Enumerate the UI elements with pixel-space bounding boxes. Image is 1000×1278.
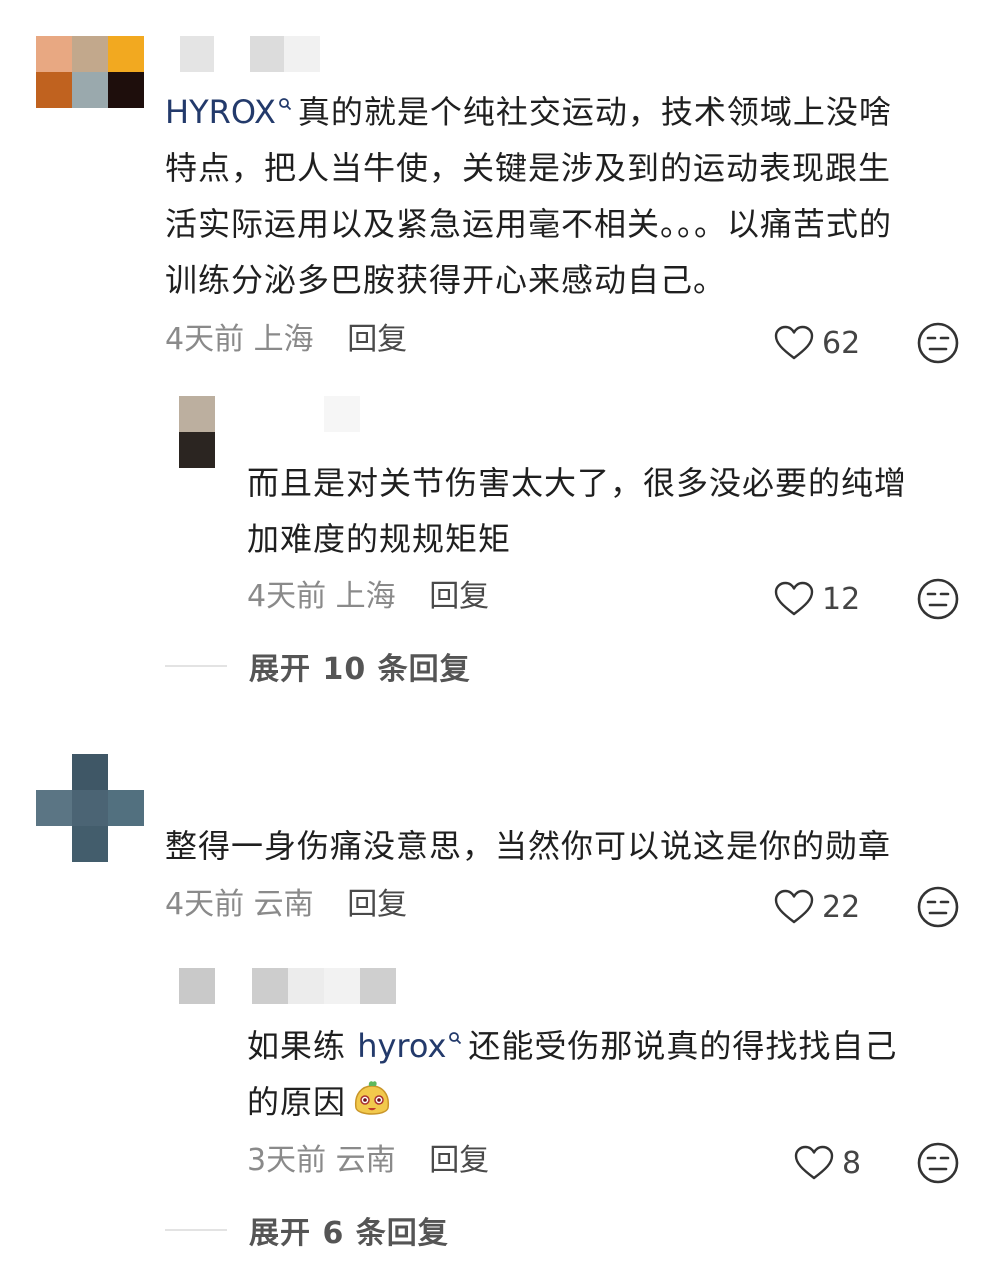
like-count: 62 (822, 325, 861, 361)
like-count: 8 (842, 1145, 862, 1181)
like-count: 22 (822, 889, 861, 925)
reply-avatar[interactable] (179, 396, 215, 468)
reply-username-blurred[interactable] (252, 396, 360, 432)
heart-icon (774, 889, 814, 924)
heart-icon (774, 325, 814, 360)
dislike-face-icon[interactable] (916, 321, 960, 365)
like-button[interactable]: 12 (774, 577, 860, 621)
expand-replies-label: 展开 6 条回复 (249, 1216, 449, 1251)
like-button[interactable]: 22 (774, 885, 860, 929)
heart-icon (794, 1145, 834, 1180)
heart-icon (774, 581, 814, 616)
dislike-face-icon[interactable] (916, 1141, 960, 1185)
divider (165, 1229, 227, 1231)
like-count: 12 (822, 581, 861, 617)
like-button[interactable]: 8 (794, 1141, 861, 1185)
location: 云南 (335, 1143, 396, 1178)
comment-meta: 4天前 云南 回复 (165, 885, 407, 925)
reply-meta: 3天前 云南 回复 (247, 1141, 489, 1181)
divider (165, 665, 227, 667)
reply-button[interactable]: 回复 (347, 887, 407, 922)
expand-replies-label: 展开 10 条回复 (249, 652, 471, 687)
location: 上海 (335, 579, 396, 614)
avatar[interactable] (36, 36, 144, 108)
comment-meta: 4天前 上海 回复 (165, 320, 407, 360)
reply-username-blurred[interactable] (252, 968, 396, 1004)
sticker-emoji (354, 1081, 390, 1115)
keyword-link[interactable]: HYROX (165, 93, 276, 131)
dislike-face-icon[interactable] (916, 885, 960, 929)
reply-meta: 4天前 上海 回复 (247, 577, 489, 617)
dislike-face-icon[interactable] (916, 577, 960, 621)
like-button[interactable]: 62 (774, 321, 860, 365)
expand-replies-button[interactable]: 展开 10 条回复 (165, 646, 471, 687)
timestamp: 4天前 (165, 322, 245, 357)
expand-replies-button[interactable]: 展开 6 条回复 (165, 1210, 449, 1251)
avatar[interactable] (36, 754, 144, 862)
reply-text: 如果练 hyrox 还能受伤那说真的得找找自己 的原因 (247, 1027, 898, 1121)
search-icon (448, 1029, 462, 1050)
comment-text: HYROX 真的就是个纯社交运动，技术领域上没啥 特点，把人当牛使，关键是涉及到的… (165, 93, 893, 299)
search-icon (278, 95, 292, 116)
reply-button[interactable]: 回复 (347, 322, 407, 357)
reply-avatar[interactable] (179, 968, 215, 1004)
reply-text: 而且是对关节伤害太大了，很多没必要的纯增 加难度的规规矩矩 (247, 464, 908, 558)
location: 上海 (253, 322, 314, 357)
comment-text: 整得一身伤痛没意思，当然你可以说这是你的勋章 (165, 827, 892, 865)
timestamp: 3天前 (247, 1143, 327, 1178)
keyword-link[interactable]: hyrox (357, 1027, 446, 1065)
location: 云南 (253, 887, 314, 922)
reply-button[interactable]: 回复 (429, 1143, 489, 1178)
timestamp: 4天前 (247, 579, 327, 614)
reply-button[interactable]: 回复 (429, 579, 489, 614)
username-blurred[interactable] (180, 36, 320, 72)
timestamp: 4天前 (165, 887, 245, 922)
